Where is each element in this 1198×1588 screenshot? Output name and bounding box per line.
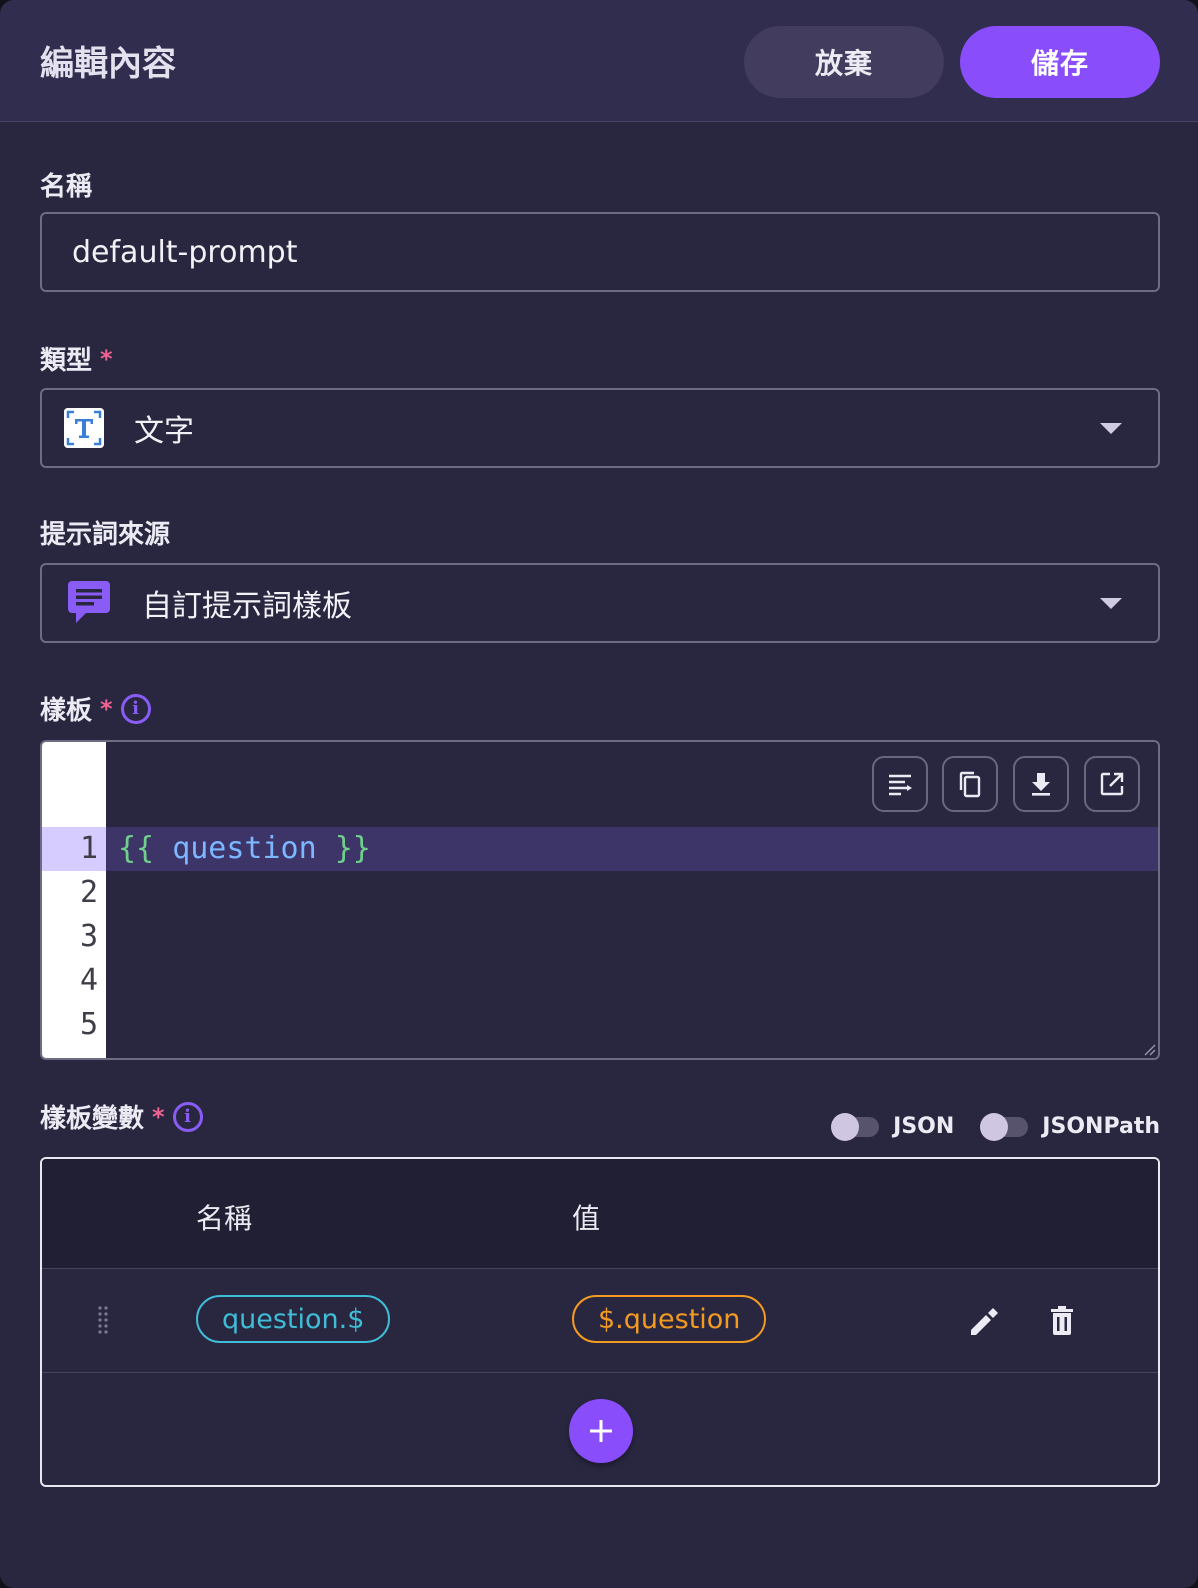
type-select-value: 文字: [134, 414, 194, 449]
open-external-button[interactable]: [1084, 756, 1140, 812]
code-line[interactable]: {{ question }}: [118, 827, 371, 871]
type-select[interactable]: 文字: [40, 388, 1160, 468]
type-label-text: 類型: [40, 346, 93, 376]
dialog-header: 編輯內容 放棄 儲存: [0, 0, 1198, 122]
line-number: 5: [79, 1007, 98, 1042]
variables-table: 名稱 值 question.$ $.question: [40, 1157, 1160, 1487]
info-icon[interactable]: i: [120, 693, 151, 724]
type-label: 類型 *: [40, 340, 113, 377]
source-label: 提示詞來源: [40, 514, 170, 551]
drag-handle-icon[interactable]: [96, 1305, 110, 1337]
name-label: 名稱: [40, 166, 92, 203]
line-number: 3: [79, 919, 98, 954]
variable-name-chip[interactable]: question.$: [196, 1295, 391, 1343]
required-marker: *: [152, 1102, 165, 1131]
table-row: question.$ $.question: [42, 1269, 1158, 1373]
name-input[interactable]: default-prompt: [40, 212, 1160, 292]
code-identifier: question: [172, 831, 317, 866]
template-label: 樣板 * i: [40, 690, 151, 727]
copy-button[interactable]: [942, 756, 998, 812]
table-header: 名稱 值: [42, 1159, 1158, 1269]
line-number: 2: [79, 875, 98, 910]
view-toggles: JSON JSONPath: [819, 1112, 1160, 1141]
template-code-editor[interactable]: 1 2 3 4 5 {{ question }}: [40, 740, 1160, 1060]
variables-label: 樣板變數 * i: [40, 1098, 203, 1135]
download-button[interactable]: [1013, 756, 1069, 812]
code-brace-open: {{: [118, 831, 155, 866]
source-select[interactable]: 自訂提示詞樣板: [40, 563, 1160, 643]
chat-message-icon: [68, 581, 110, 625]
delete-icon[interactable]: [1042, 1301, 1082, 1341]
edit-icon[interactable]: [964, 1301, 1004, 1341]
variable-value-chip[interactable]: $.question: [572, 1295, 767, 1343]
copy-icon: [959, 771, 981, 798]
discard-button[interactable]: 放棄: [744, 26, 944, 98]
variables-label-text: 樣板變數: [40, 1104, 145, 1134]
resize-handle-icon[interactable]: [1142, 1042, 1156, 1056]
wrap-icon: [889, 774, 912, 796]
chevron-down-icon: [1100, 598, 1122, 609]
required-marker: *: [100, 694, 113, 723]
wrap-text-button[interactable]: [872, 756, 928, 812]
open-external-icon: [1100, 772, 1124, 796]
plus-icon: [590, 1420, 612, 1442]
code-brace-close: }}: [334, 831, 371, 866]
name-input-value: default-prompt: [72, 234, 298, 270]
chevron-down-icon: [1100, 423, 1122, 434]
source-label-text: 提示詞來源: [40, 520, 171, 550]
required-marker: *: [100, 344, 113, 373]
add-variable-button[interactable]: [569, 1399, 633, 1463]
column-header-value: 值: [572, 1202, 601, 1235]
json-toggle[interactable]: [831, 1112, 880, 1141]
json-toggle-label: JSON: [893, 1114, 955, 1139]
text-type-icon: [64, 408, 104, 448]
source-select-value: 自訂提示詞樣板: [142, 589, 352, 624]
line-number: 1: [42, 827, 106, 871]
save-button[interactable]: 儲存: [960, 26, 1160, 98]
download-icon: [1032, 773, 1050, 796]
name-label-text: 名稱: [40, 172, 93, 202]
info-icon[interactable]: i: [172, 1101, 203, 1132]
jsonpath-toggle[interactable]: [980, 1112, 1029, 1141]
column-header-name: 名稱: [196, 1202, 253, 1235]
line-number: 4: [79, 963, 98, 998]
template-label-text: 樣板: [40, 696, 93, 726]
dialog-title: 編輯內容: [40, 44, 176, 84]
jsonpath-toggle-label: JSONPath: [1042, 1114, 1160, 1139]
edit-content-dialog: 編輯內容 放棄 儲存 名稱 default-prompt 類型 * 文字 提示詞…: [0, 0, 1198, 1588]
